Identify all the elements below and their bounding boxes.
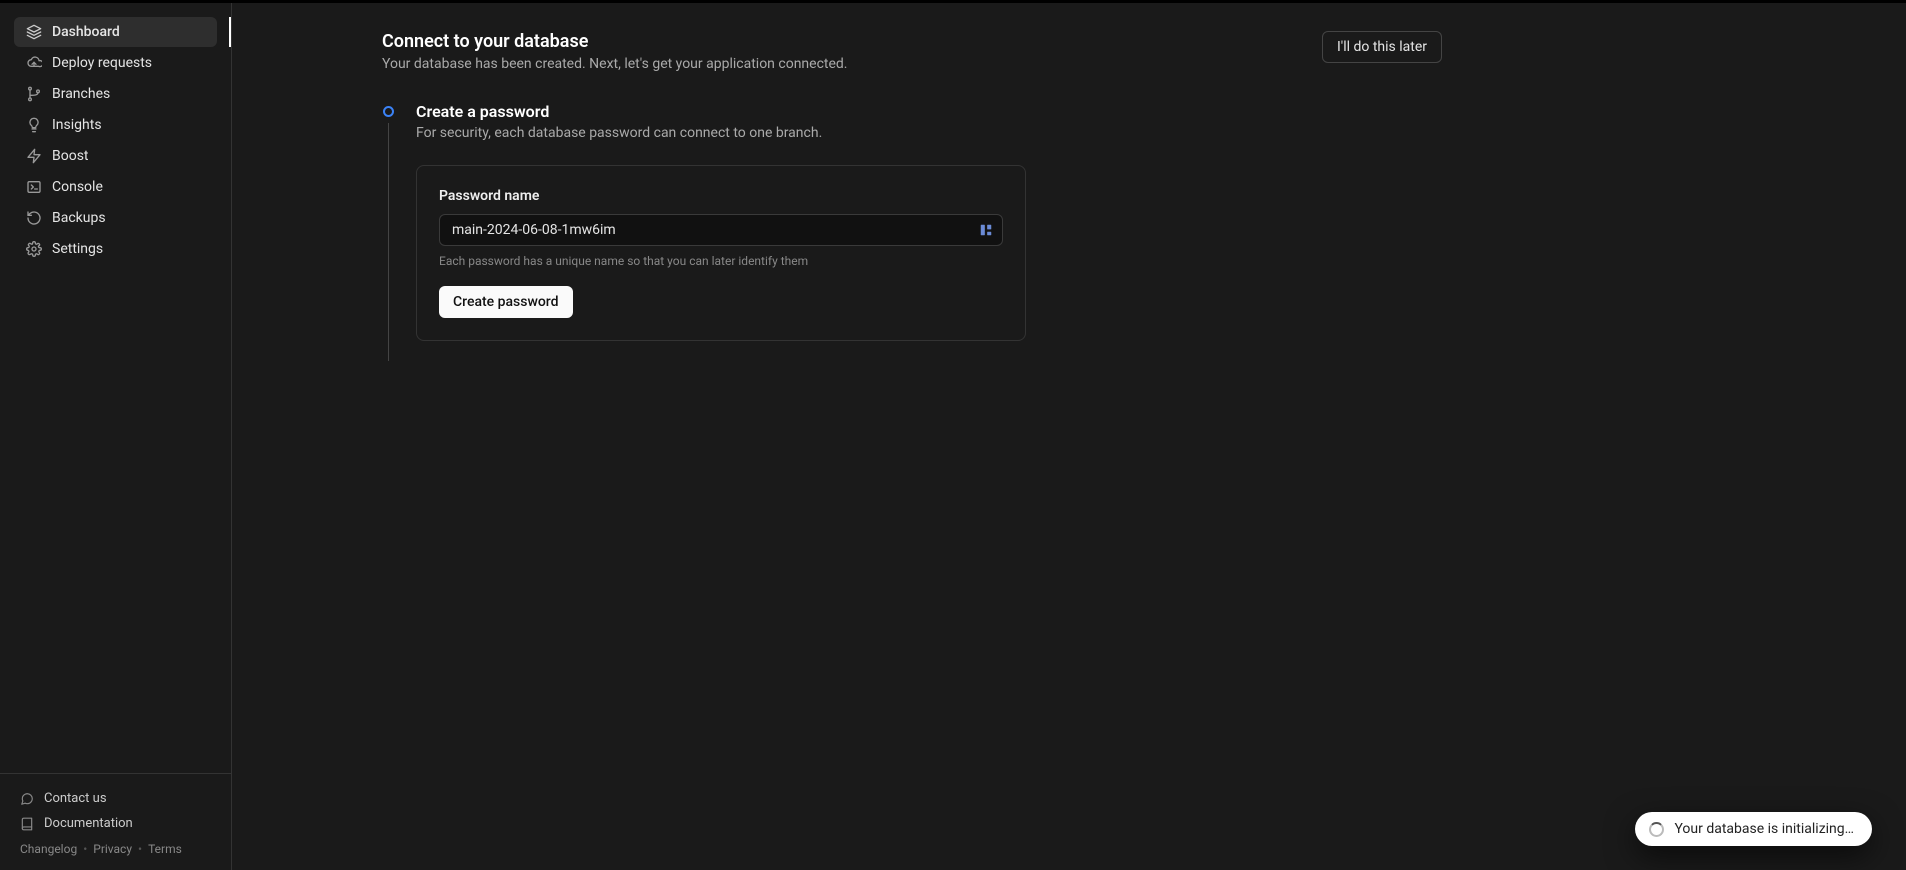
step-section: Create a password For security, each dat… <box>382 102 1442 361</box>
sidebar-item-dashboard[interactable]: Dashboard <box>14 17 217 47</box>
page-title: Connect to your database <box>382 31 848 52</box>
zap-icon <box>26 148 42 164</box>
sidebar-item-label: Insights <box>52 117 102 133</box>
create-password-button[interactable]: Create password <box>439 286 573 318</box>
sidebar-item-boost[interactable]: Boost <box>14 141 217 171</box>
step-title: Create a password <box>416 102 1442 121</box>
terminal-icon <box>26 179 42 195</box>
footer-link-documentation[interactable]: Documentation <box>20 811 211 836</box>
step-marker <box>382 102 394 361</box>
chat-icon <box>20 792 34 806</box>
password-name-input[interactable] <box>439 214 1003 246</box>
footer-link-label: Contact us <box>44 791 107 806</box>
toast-text: Your database is initializing… <box>1674 821 1854 837</box>
footer-link-label: Documentation <box>44 816 133 831</box>
sidebar-item-console[interactable]: Console <box>14 172 217 202</box>
footer-link-contact[interactable]: Contact us <box>20 786 211 811</box>
sidebar-item-settings[interactable]: Settings <box>14 234 217 264</box>
sidebar-item-deploy-requests[interactable]: Deploy requests <box>14 48 217 78</box>
page-header: Connect to your database Your database h… <box>382 31 1442 72</box>
sidebar-item-label: Branches <box>52 86 110 102</box>
sidebar-nav: Dashboard Deploy requests Branches Insig… <box>0 17 231 773</box>
step-indicator-icon <box>383 106 394 117</box>
sidebar-item-label: Settings <box>52 241 103 257</box>
main-content: Connect to your database Your database h… <box>232 3 1906 870</box>
sidebar-item-label: Backups <box>52 210 106 226</box>
password-card: Password name Each password has a unique… <box>416 165 1026 341</box>
layers-icon <box>26 24 42 40</box>
sidebar-item-branches[interactable]: Branches <box>14 79 217 109</box>
footer-link-privacy[interactable]: Privacy <box>93 842 132 856</box>
password-name-help: Each password has a unique name so that … <box>439 254 1003 268</box>
step-connector <box>388 123 389 361</box>
sidebar-item-label: Dashboard <box>52 24 120 40</box>
do-later-button[interactable]: I'll do this later <box>1322 31 1442 63</box>
sidebar-item-label: Deploy requests <box>52 55 152 71</box>
sidebar-item-label: Boost <box>52 148 89 164</box>
footer-link-terms[interactable]: Terms <box>148 842 182 856</box>
sidebar: Dashboard Deploy requests Branches Insig… <box>0 3 232 870</box>
password-manager-icon[interactable] <box>979 223 993 237</box>
spinner-icon <box>1649 822 1664 837</box>
status-toast: Your database is initializing… <box>1635 812 1872 846</box>
sidebar-item-backups[interactable]: Backups <box>14 203 217 233</box>
lightbulb-icon <box>26 117 42 133</box>
book-icon <box>20 817 34 831</box>
password-name-label: Password name <box>439 188 1003 204</box>
sidebar-item-label: Console <box>52 179 103 195</box>
page-subtitle: Your database has been created. Next, le… <box>382 56 848 72</box>
sidebar-item-insights[interactable]: Insights <box>14 110 217 140</box>
sidebar-footer: Contact us Documentation Changelog • Pri… <box>0 773 231 870</box>
upload-cloud-icon <box>26 55 42 71</box>
rewind-icon <box>26 210 42 226</box>
footer-link-changelog[interactable]: Changelog <box>20 842 77 856</box>
step-description: For security, each database password can… <box>416 125 1442 141</box>
footer-links-row: Changelog • Privacy • Terms <box>20 842 211 856</box>
gear-icon <box>26 241 42 257</box>
git-branch-icon <box>26 86 42 102</box>
